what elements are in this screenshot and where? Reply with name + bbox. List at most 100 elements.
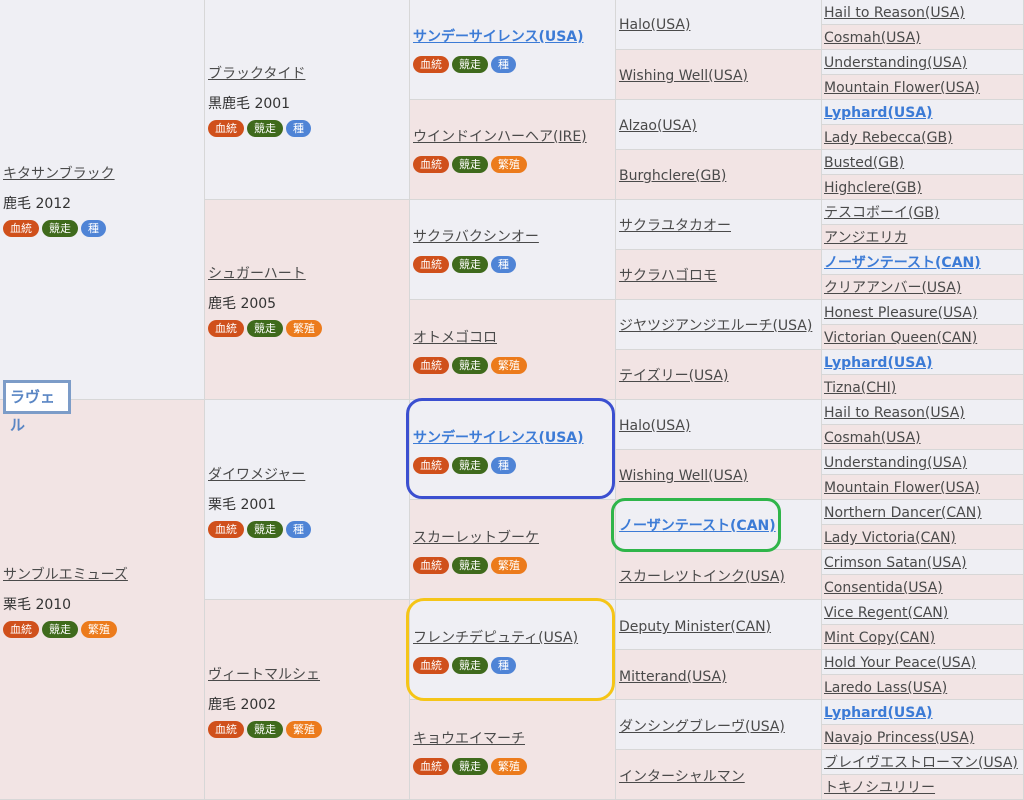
kyoso-badge[interactable]: 競走 — [452, 357, 488, 374]
kyoso-badge[interactable]: 競走 — [42, 621, 78, 638]
hanshoku-badge[interactable]: 繁殖 — [491, 357, 527, 374]
horse-link[interactable]: Navajo Princess(USA) — [824, 730, 974, 746]
horse-link[interactable]: フレンチデピュティ(USA) — [413, 630, 578, 646]
horse-link[interactable]: Tizna(CHI) — [824, 380, 896, 396]
kyoso-badge[interactable]: 競走 — [42, 220, 78, 237]
shu-badge[interactable]: 種 — [286, 120, 311, 137]
shu-badge[interactable]: 種 — [81, 220, 106, 237]
kyoso-badge[interactable]: 競走 — [247, 120, 283, 137]
ketto-badge[interactable]: 血統 — [413, 457, 449, 474]
horse-link[interactable]: Mountain Flower(USA) — [824, 80, 980, 96]
horse-link[interactable]: ブラックタイド — [208, 66, 305, 82]
horse-link[interactable]: ヴィートマルシェ — [208, 667, 320, 683]
shu-badge[interactable]: 種 — [491, 457, 516, 474]
horse-link[interactable]: サクラユタカオー — [619, 218, 731, 234]
kyoso-badge[interactable]: 競走 — [247, 320, 283, 337]
horse-link[interactable]: Cosmah(USA) — [824, 30, 921, 46]
ketto-badge[interactable]: 血統 — [413, 657, 449, 674]
horse-link[interactable]: ダイワメジャー — [208, 467, 305, 483]
horse-link[interactable]: Wishing Well(USA) — [619, 68, 748, 84]
horse-link[interactable]: Vice Regent(CAN) — [824, 605, 948, 621]
horse-link[interactable]: Understanding(USA) — [824, 455, 967, 471]
horse-link[interactable]: Deputy Minister(CAN) — [619, 619, 771, 635]
horse-link[interactable]: クリアアンバー(USA) — [824, 280, 961, 296]
horse-link[interactable]: サンデーサイレンス(USA) — [413, 430, 584, 446]
horse-link[interactable]: Lyphard(USA) — [824, 105, 933, 121]
ketto-badge[interactable]: 血統 — [413, 758, 449, 775]
shu-badge[interactable]: 種 — [491, 256, 516, 273]
shu-badge[interactable]: 種 — [491, 657, 516, 674]
horse-link[interactable]: Lady Victoria(CAN) — [824, 530, 956, 546]
horse-link[interactable]: Hail to Reason(USA) — [824, 405, 965, 421]
horse-link[interactable]: ウインドインハーヘア(IRE) — [413, 129, 587, 145]
kyoso-badge[interactable]: 競走 — [452, 156, 488, 173]
kyoso-badge[interactable]: 競走 — [452, 657, 488, 674]
horse-link[interactable]: Victorian Queen(CAN) — [824, 330, 977, 346]
kyoso-badge[interactable]: 競走 — [452, 256, 488, 273]
horse-link[interactable]: Laredo Lass(USA) — [824, 680, 947, 696]
ketto-badge[interactable]: 血統 — [208, 721, 244, 738]
ketto-badge[interactable]: 血統 — [208, 320, 244, 337]
hanshoku-badge[interactable]: 繁殖 — [491, 156, 527, 173]
horse-link[interactable]: サンデーサイレンス(USA) — [413, 29, 584, 45]
horse-link[interactable]: ダンシングブレーヴ(USA) — [619, 719, 785, 735]
hanshoku-badge[interactable]: 繁殖 — [491, 758, 527, 775]
hanshoku-badge[interactable]: 繁殖 — [491, 557, 527, 574]
horse-link[interactable]: Lyphard(USA) — [824, 355, 933, 371]
hanshoku-badge[interactable]: 繁殖 — [81, 621, 117, 638]
horse-link[interactable]: ジヤツジアンジエルーチ(USA) — [619, 318, 812, 334]
horse-link[interactable]: Cosmah(USA) — [824, 430, 921, 446]
ketto-badge[interactable]: 血統 — [3, 621, 39, 638]
horse-link[interactable]: アンジエリカ — [824, 230, 907, 246]
shu-badge[interactable]: 種 — [491, 56, 516, 73]
horse-link[interactable]: Lyphard(USA) — [824, 705, 933, 721]
horse-link[interactable]: サンブルエミューズ — [3, 567, 128, 583]
horse-link[interactable]: Burghclere(GB) — [619, 168, 726, 184]
ketto-badge[interactable]: 血統 — [413, 256, 449, 273]
ketto-badge[interactable]: 血統 — [413, 156, 449, 173]
horse-link[interactable]: スカーレットブーケ — [413, 530, 539, 546]
horse-link[interactable]: Lady Rebecca(GB) — [824, 130, 953, 146]
ketto-badge[interactable]: 血統 — [208, 120, 244, 137]
shu-badge[interactable]: 種 — [286, 521, 311, 538]
horse-link[interactable]: Consentida(USA) — [824, 580, 943, 596]
horse-link[interactable]: オトメゴコロ — [413, 330, 497, 346]
horse-link[interactable]: Northern Dancer(CAN) — [824, 505, 982, 521]
horse-link[interactable]: テスコボーイ(GB) — [824, 205, 939, 221]
ketto-badge[interactable]: 血統 — [208, 521, 244, 538]
horse-link[interactable]: Wishing Well(USA) — [619, 468, 748, 484]
ketto-badge[interactable]: 血統 — [413, 557, 449, 574]
horse-link[interactable]: ノーザンテースト(CAN) — [824, 255, 981, 271]
horse-link[interactable]: シュガーハート — [208, 266, 306, 282]
horse-link[interactable]: スカーレツトインク(USA) — [619, 569, 785, 585]
horse-link[interactable]: Halo(USA) — [619, 418, 690, 434]
horse-link[interactable]: サクラハゴロモ — [619, 268, 717, 284]
horse-link[interactable]: Understanding(USA) — [824, 55, 967, 71]
ketto-badge[interactable]: 血統 — [413, 56, 449, 73]
horse-link[interactable]: Busted(GB) — [824, 155, 904, 171]
kyoso-badge[interactable]: 競走 — [452, 56, 488, 73]
kyoso-badge[interactable]: 競走 — [247, 721, 283, 738]
horse-link[interactable]: トキノシユリリー — [824, 780, 935, 796]
horse-link[interactable]: Hold Your Peace(USA) — [824, 655, 976, 671]
horse-link[interactable]: ノーザンテースト(CAN) — [619, 518, 776, 534]
kyoso-badge[interactable]: 競走 — [452, 457, 488, 474]
kyoso-badge[interactable]: 競走 — [452, 758, 488, 775]
horse-link[interactable]: Halo(USA) — [619, 17, 690, 33]
horse-link[interactable]: Crimson Satan(USA) — [824, 555, 967, 571]
hanshoku-badge[interactable]: 繁殖 — [286, 721, 322, 738]
horse-link[interactable]: キョウエイマーチ — [413, 731, 525, 747]
horse-link[interactable]: Hail to Reason(USA) — [824, 5, 965, 21]
horse-link[interactable]: Mountain Flower(USA) — [824, 480, 980, 496]
horse-link[interactable]: ブレイヴエストローマン(USA) — [824, 755, 1018, 771]
horse-link[interactable]: Mint Copy(CAN) — [824, 630, 935, 646]
horse-link[interactable]: Alzao(USA) — [619, 118, 697, 134]
kyoso-badge[interactable]: 競走 — [452, 557, 488, 574]
horse-link[interactable]: Mitterand(USA) — [619, 669, 727, 685]
horse-link[interactable]: テイズリー(USA) — [619, 368, 728, 384]
ketto-badge[interactable]: 血統 — [413, 357, 449, 374]
hanshoku-badge[interactable]: 繁殖 — [286, 320, 322, 337]
horse-link[interactable]: サクラバクシンオー — [413, 229, 539, 245]
horse-link[interactable]: Honest Pleasure(USA) — [824, 305, 977, 321]
horse-link[interactable]: キタサンブラック — [3, 166, 115, 182]
